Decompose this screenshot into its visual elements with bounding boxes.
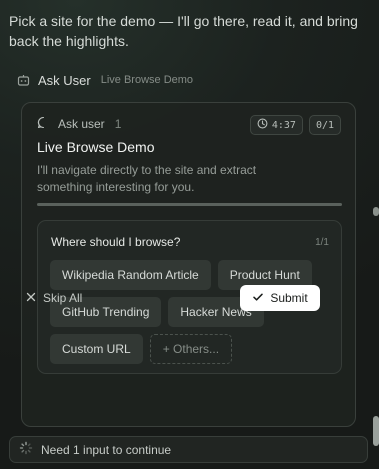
bot-icon	[17, 74, 30, 87]
check-icon	[252, 291, 264, 306]
question-pager: 1/1	[315, 237, 329, 248]
step-badge: 0/1	[308, 115, 341, 135]
timer-value: 4:37	[271, 119, 296, 131]
tool-subtitle: Live Browse Demo	[100, 74, 194, 86]
close-icon	[26, 291, 36, 305]
assistant-message: Pick a site for the demo — I'll go there…	[9, 13, 358, 49]
status-bar: Need 1 input to continue	[9, 436, 368, 463]
step-value: 0/1	[315, 119, 334, 131]
card-kind-label: Ask user	[58, 117, 105, 131]
tool-name: Ask User	[38, 72, 91, 88]
chat-bubble-icon	[37, 116, 50, 132]
timer-badge: 4:37	[249, 115, 303, 135]
scrollbar-thumb[interactable]	[373, 416, 379, 446]
tool-call-header: Ask User Live Browse Demo	[17, 72, 193, 88]
submit-label: Submit	[270, 291, 308, 305]
scrollbar-marker[interactable]	[373, 207, 379, 216]
status-text: Need 1 input to continue	[41, 442, 172, 457]
progress-fill	[37, 203, 342, 206]
card-badges: 4:37 0/1	[249, 115, 341, 135]
skip-all-label: Skip All	[43, 291, 83, 305]
skip-all-button[interactable]: Skip All	[26, 291, 82, 305]
card-kind: Ask user 1	[37, 116, 121, 132]
clock-icon	[257, 118, 268, 132]
question-label: Where should I browse?	[51, 235, 181, 249]
card-kind-count: 1	[114, 117, 122, 131]
option-wikipedia-random-article[interactable]: Wikipedia Random Article	[50, 260, 211, 290]
card-description: I'll navigate directly to the site and e…	[37, 163, 257, 194]
option-others[interactable]: + Others...	[149, 334, 233, 364]
ask-user-card: Ask user 1 4:37 0/1 Live Browse Demo I'l…	[21, 102, 356, 427]
card-title: Live Browse Demo	[37, 139, 155, 155]
option-custom-url[interactable]: Custom URL	[50, 334, 143, 364]
progress-bar	[37, 203, 342, 206]
submit-button[interactable]: Submit	[240, 285, 320, 311]
spinner-icon	[19, 441, 33, 458]
option-list: Wikipedia Random Article Product Hunt Gi…	[50, 260, 335, 364]
